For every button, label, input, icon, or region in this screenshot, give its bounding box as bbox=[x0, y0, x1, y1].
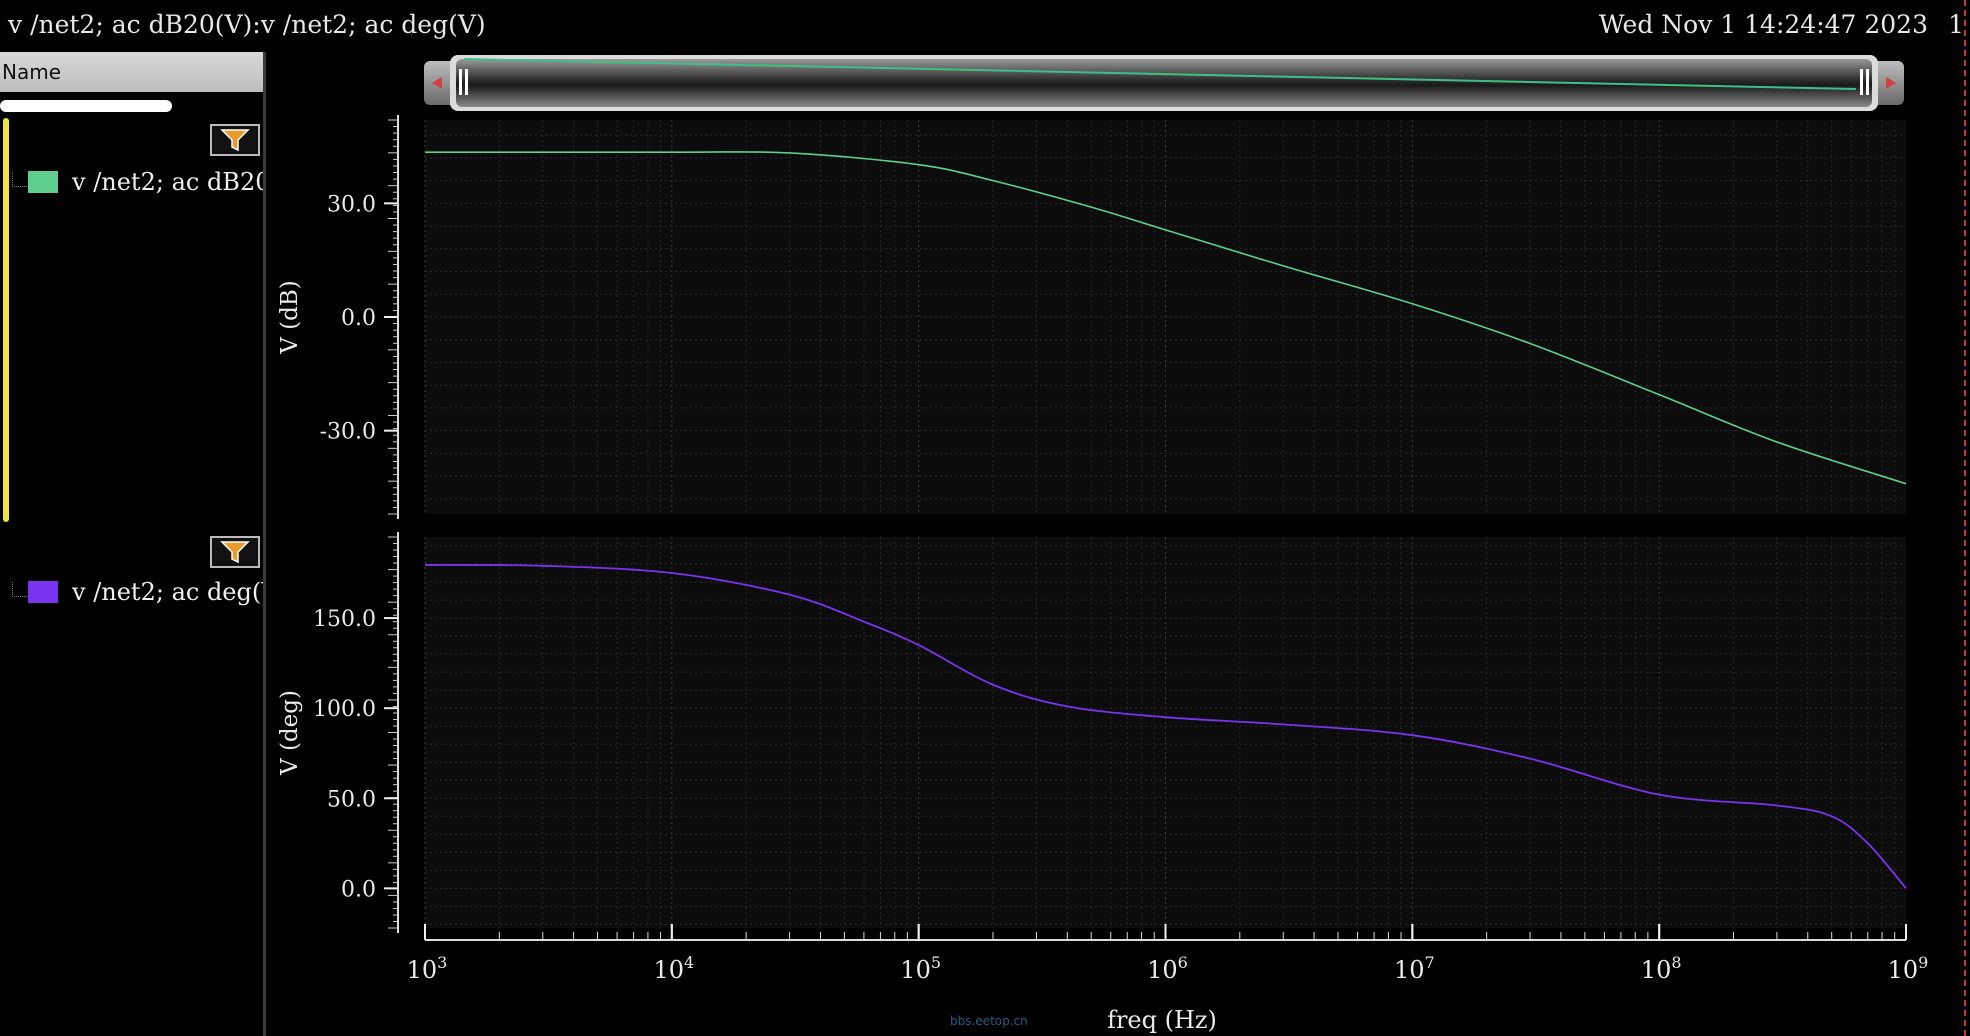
y-tick-label: 100.0 bbox=[313, 697, 376, 722]
x-axis-label: freq (Hz) bbox=[1107, 1006, 1217, 1034]
x-tick-label: 108 bbox=[1641, 953, 1682, 984]
x-tick-label: 104 bbox=[653, 953, 694, 984]
y-tick-label: -30.0 bbox=[320, 420, 376, 445]
y-tick-label: 30.0 bbox=[327, 192, 376, 217]
x-tick-label: 106 bbox=[1147, 953, 1188, 984]
x-tick-label: 105 bbox=[900, 953, 941, 984]
watermark: bbs.eetop.cn bbox=[950, 1014, 1028, 1028]
y-axis-label-db: V (dB) bbox=[277, 280, 303, 355]
grid-bottom bbox=[424, 537, 1906, 928]
y-tick-label: 0.0 bbox=[341, 306, 376, 331]
grid-top bbox=[424, 120, 1906, 514]
x-tick-label: 103 bbox=[407, 953, 448, 984]
y-tick-label: 50.0 bbox=[327, 787, 376, 812]
y-tick-label: 150.0 bbox=[313, 607, 376, 632]
y-tick-label: 0.0 bbox=[341, 877, 376, 902]
waveform-plots[interactable]: -30.0 0.0 30.0 0.0 50.0 100.0 150.0 103 104 105 10… bbox=[0, 0, 1970, 1036]
y-axis-label-deg: V (deg) bbox=[277, 690, 303, 776]
x-tick-label: 109 bbox=[1888, 953, 1929, 984]
x-tick-label: 107 bbox=[1394, 953, 1435, 984]
